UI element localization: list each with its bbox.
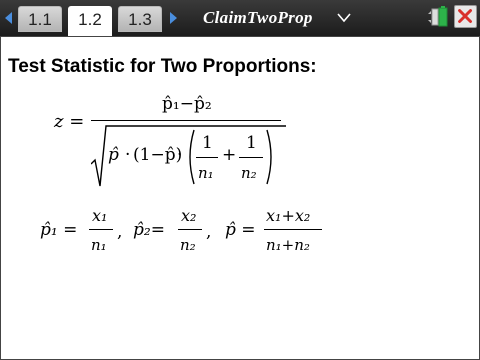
n2-den: n₂ xyxy=(180,236,196,254)
p1-frac-bar xyxy=(89,229,113,230)
fraction-bar xyxy=(91,120,281,121)
tab-1-1[interactable]: 1.1 xyxy=(18,6,62,32)
plus-sign: + xyxy=(222,145,237,165)
document-title[interactable]: ClaimTwoProp xyxy=(203,8,313,28)
battery-icon xyxy=(428,6,448,27)
pooled-p-hat-label: p̂ = xyxy=(225,220,256,240)
page-heading: Test Statistic for Two Proportions: xyxy=(8,56,317,77)
p1-hat-label: p̂₁ = xyxy=(40,220,78,240)
comma-2: , xyxy=(206,222,212,242)
next-page-arrow-icon[interactable] xyxy=(170,12,177,24)
x2-num: x₂ xyxy=(181,206,197,225)
x-sum-num: x₁+x₂ xyxy=(266,206,311,225)
pooled-frac-bar xyxy=(264,229,322,230)
tab-1-2[interactable]: 1.2 xyxy=(68,6,112,36)
n-sum-den: n₁+n₂ xyxy=(266,236,310,254)
chevron-down-icon[interactable] xyxy=(337,13,351,23)
close-button[interactable] xyxy=(454,5,477,28)
n1-den: n₁ xyxy=(91,236,107,254)
z-lhs: z = xyxy=(54,111,85,132)
p2-frac-bar xyxy=(178,229,202,230)
previous-page-arrow-icon[interactable] xyxy=(5,12,12,24)
frac2-bar xyxy=(239,157,263,158)
dot-1: · xyxy=(125,145,131,165)
dot-2: · xyxy=(177,145,183,165)
p-hat: p̂ xyxy=(108,145,119,165)
frac1-den: n₁ xyxy=(198,164,214,182)
one-minus-p-hat: (1−p̂) xyxy=(133,145,183,165)
frac2-num: 1 xyxy=(246,133,257,153)
comma-1: , xyxy=(117,222,123,242)
tab-1-3[interactable]: 1.3 xyxy=(118,6,162,32)
z-numerator: p̂₁−p̂₂ xyxy=(162,94,212,114)
right-paren xyxy=(266,129,272,185)
frac2-den: n₂ xyxy=(241,164,257,182)
close-icon xyxy=(458,9,472,23)
left-paren xyxy=(189,129,195,185)
notes-page[interactable] xyxy=(0,36,480,360)
frac1-num: 1 xyxy=(202,133,213,153)
top-bar: 1.1 1.2 1.3 ClaimTwoProp xyxy=(0,0,480,36)
frac1-bar xyxy=(196,157,218,158)
x1-num: x₁ xyxy=(92,206,108,225)
p2-hat-label: p̂₂= xyxy=(133,220,165,240)
